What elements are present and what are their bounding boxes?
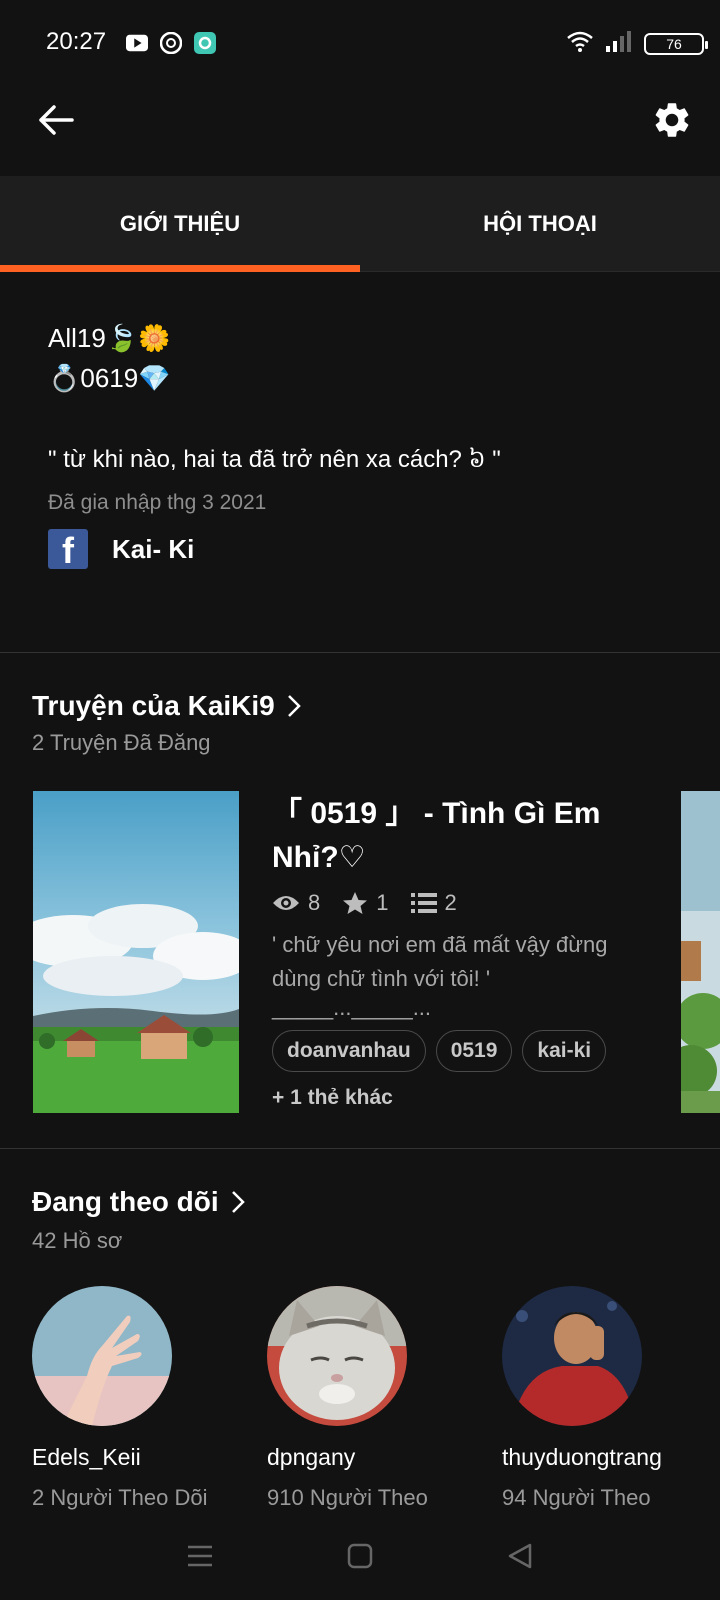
notification-icons xyxy=(126,32,216,54)
profile-tabs: GIỚI THIỆU HỘI THOẠI xyxy=(0,176,720,272)
story-info: 「 0519 」 - Tình Gì Em Nhỉ?♡ 8 1 2 ' chữ … xyxy=(272,792,652,1110)
facebook-link[interactable]: f Kai- Ki xyxy=(48,529,688,569)
bio-line-1: All19🍃🌼 xyxy=(48,323,171,353)
views-count: 8 xyxy=(308,890,321,915)
chevron-right-icon xyxy=(287,695,301,717)
story-description: ' chữ yêu nơi em đã mất vậy đừng dùng ch… xyxy=(272,932,608,991)
tag-chip[interactable]: 0519 xyxy=(435,1030,513,1072)
avatar xyxy=(267,1286,407,1426)
stories-count: 2 Truyện Đã Đăng xyxy=(32,730,211,755)
settings-button[interactable] xyxy=(648,96,696,144)
shutter-icon xyxy=(160,32,182,54)
triangle-back-icon xyxy=(508,1543,532,1569)
following-profile[interactable]: thuyduongtrang 94 Người Theo xyxy=(502,1286,720,1511)
profile-followers: 94 Người Theo xyxy=(502,1485,651,1510)
tag-chip[interactable]: kai-ki xyxy=(522,1030,607,1072)
profile-followers: 2 Người Theo Dõi xyxy=(32,1485,208,1510)
top-bar xyxy=(0,86,720,176)
following-profile[interactable]: dpngany 910 Người Theo xyxy=(267,1286,487,1511)
battery-icon: 76 xyxy=(644,32,708,55)
star-icon xyxy=(343,892,368,914)
parts-count: 2 xyxy=(444,890,457,915)
system-nav-bar xyxy=(0,1526,720,1586)
stories-title: Truyện của KaiKi9 xyxy=(32,690,275,721)
system-back-button[interactable] xyxy=(498,1534,542,1578)
avatar xyxy=(32,1286,172,1426)
facebook-name: Kai- Ki xyxy=(112,533,195,564)
wifi-icon xyxy=(566,30,594,57)
battery-level: 76 xyxy=(666,35,682,52)
home-button[interactable] xyxy=(338,1534,382,1578)
section-divider xyxy=(0,1148,720,1149)
avatar xyxy=(502,1286,642,1426)
joined-date: Đã gia nhập thg 3 2021 xyxy=(48,491,267,514)
status-bar: 20:27 76 xyxy=(0,0,720,86)
about-section: All19🍃🌼 💍0619💎 " từ khi nào, hai ta đã t… xyxy=(48,318,688,569)
parts-stat: 2 xyxy=(410,890,457,916)
profile-quote: " từ khi nào, hai ta đã trở nên xa cách?… xyxy=(48,446,501,473)
stories-header[interactable]: Truyện của KaiKi9 xyxy=(32,690,301,722)
following-profile[interactable]: Edels_Keii 2 Người Theo Dõi xyxy=(32,1286,252,1511)
votes-stat: 1 xyxy=(342,890,389,916)
system-icons: 76 xyxy=(566,30,708,57)
more-tags[interactable]: + 1 thẻ khác xyxy=(272,1086,652,1110)
profile-name: thuyduongtrang xyxy=(502,1444,662,1470)
story-tags: doanvanhau 0519 kai-ki xyxy=(272,1030,652,1072)
story-description-cont: _____..._____... xyxy=(272,995,432,1020)
menu-icon xyxy=(188,1545,212,1567)
votes-count: 1 xyxy=(376,890,389,915)
profile-name: dpngany xyxy=(267,1444,356,1470)
square-icon xyxy=(347,1543,373,1569)
youtube-icon xyxy=(126,32,148,54)
profile-followers: 910 Người Theo xyxy=(267,1485,428,1510)
app-icon xyxy=(194,32,216,54)
following-count: 42 Hồ sơ xyxy=(32,1228,123,1253)
following-header[interactable]: Đang theo dõi xyxy=(32,1186,245,1218)
following-title: Đang theo dõi xyxy=(32,1186,219,1217)
story-title[interactable]: 「 0519 」 - Tình Gì Em Nhỉ?♡ xyxy=(272,792,652,880)
eye-icon xyxy=(273,896,299,910)
back-arrow-icon xyxy=(39,105,74,135)
status-time: 20:27 xyxy=(46,28,107,55)
recents-button[interactable] xyxy=(178,1534,222,1578)
chevron-right-icon xyxy=(231,1191,245,1213)
story-cover-next[interactable] xyxy=(681,791,720,1113)
signal-icon xyxy=(606,30,632,57)
views-stat: 8 xyxy=(272,890,320,916)
bio-line-2: 💍0619💎 xyxy=(48,363,171,393)
tab-about[interactable]: GIỚI THIỆU xyxy=(0,176,360,272)
tab-conversations[interactable]: HỘI THOẠI xyxy=(360,176,720,272)
section-divider xyxy=(0,652,720,653)
facebook-icon: f xyxy=(48,529,88,569)
back-button[interactable] xyxy=(34,98,78,142)
gear-icon xyxy=(655,103,689,137)
tag-chip[interactable]: doanvanhau xyxy=(272,1030,426,1072)
story-cover[interactable] xyxy=(33,791,239,1113)
story-stats: 8 1 2 xyxy=(272,890,652,916)
list-icon xyxy=(410,893,437,913)
profile-name: Edels_Keii xyxy=(32,1444,141,1470)
